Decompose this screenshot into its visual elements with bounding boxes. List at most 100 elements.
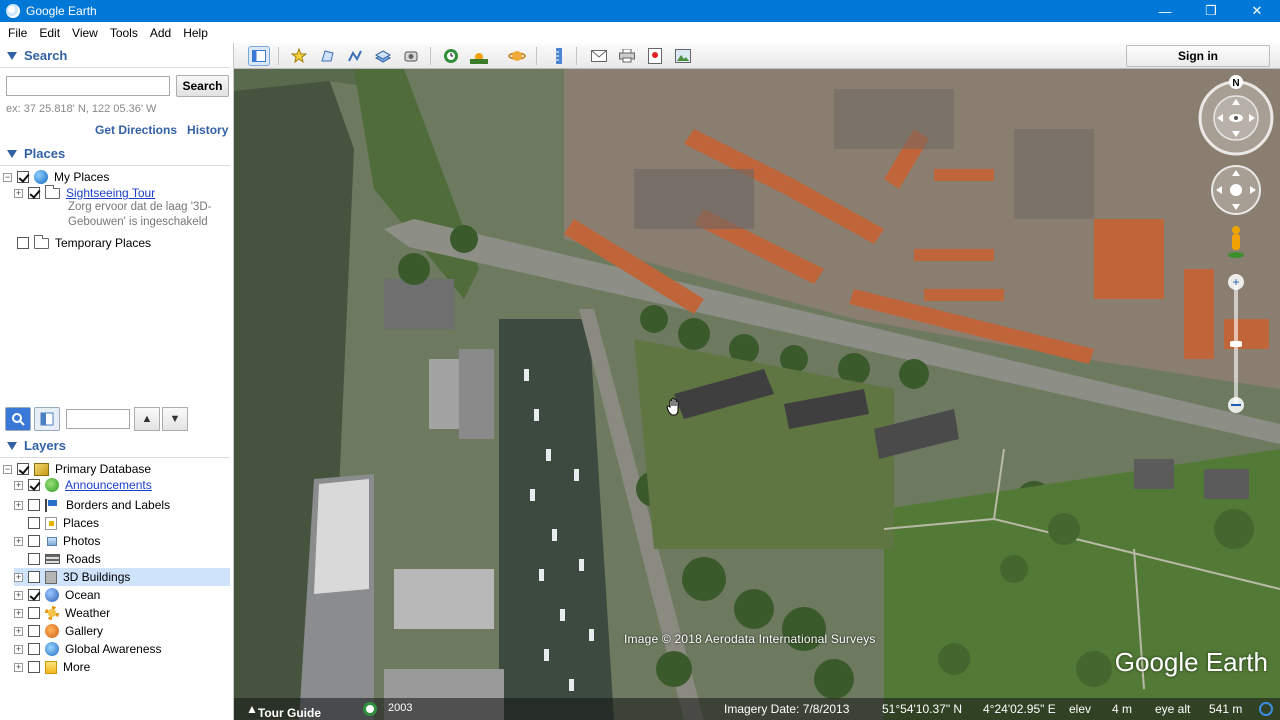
minimize-button[interactable]: — [1142, 0, 1188, 22]
compass-north-label: N [1232, 78, 1239, 89]
sidebar-icon [252, 50, 266, 62]
expand-icon[interactable]: + [14, 662, 23, 672]
sightseeing-description: Zorg ervoor dat de laag '3D-Gebouwen' is… [68, 201, 212, 228]
expand-icon[interactable]: + [14, 480, 23, 490]
zoom-slider-thumb[interactable] [1230, 341, 1242, 347]
move-up-button[interactable]: ▲ [134, 407, 160, 431]
switch-planet-button[interactable] [506, 46, 528, 66]
search-button[interactable]: Search [176, 75, 229, 97]
places-filter-input[interactable] [66, 409, 130, 429]
collapse-icon[interactable]: − [3, 464, 12, 474]
latitude: 51°54'10.37" N [882, 702, 963, 716]
layer-photos[interactable]: + Photos [14, 532, 100, 550]
checkbox[interactable] [28, 535, 40, 547]
tree-item-temporary-places[interactable]: Temporary Places [3, 234, 151, 252]
layer-label: Global Awareness [65, 642, 162, 656]
close-button[interactable]: ✕ [1234, 0, 1280, 22]
checkbox[interactable] [28, 643, 40, 655]
hide-sidebar-button[interactable] [248, 46, 270, 66]
expand-icon[interactable]: + [14, 590, 23, 600]
layer-3d-buildings[interactable]: + 3D Buildings [14, 568, 230, 586]
add-placemark-button[interactable] [288, 46, 310, 66]
expand-icon[interactable]: + [14, 188, 23, 198]
layer-more[interactable]: + More [14, 658, 90, 676]
menu-add[interactable]: Add [144, 26, 177, 40]
layer-label: Roads [66, 552, 101, 566]
map-view[interactable]: N + Image © 2018 Aerodata International … [234, 69, 1280, 720]
layer-gallery[interactable]: + Gallery [14, 622, 103, 640]
layer-label[interactable]: Announcements [65, 478, 152, 492]
email-button[interactable] [588, 46, 610, 66]
add-image-overlay-button[interactable] [372, 46, 394, 66]
sun-icon [470, 53, 488, 64]
spacer [14, 518, 23, 528]
places-icon [45, 516, 57, 530]
layer-announcements[interactable]: + Announcements [14, 476, 152, 494]
expand-icon[interactable]: + [14, 608, 23, 618]
menu-help[interactable]: Help [177, 26, 214, 40]
checkbox[interactable] [17, 171, 29, 183]
layer-global-awareness[interactable]: + Global Awareness [14, 640, 162, 658]
print-button[interactable] [616, 46, 638, 66]
history-link[interactable]: History [187, 123, 228, 137]
database-icon [34, 462, 49, 476]
collapse-icon[interactable]: − [3, 172, 12, 182]
sun-icon [45, 606, 59, 620]
sightseeing-tour-link[interactable]: Sightseeing Tour [66, 186, 155, 200]
map-toolbar: Sign in [234, 43, 1280, 69]
navigation-controls[interactable]: N + [1196, 75, 1276, 435]
layer-borders-and-labels[interactable]: + Borders and Labels [14, 496, 170, 514]
save-image-button[interactable] [672, 46, 694, 66]
layer-ocean[interactable]: + Ocean [14, 586, 100, 604]
layers-section-header[interactable]: Layers [0, 434, 230, 458]
expand-icon[interactable]: + [14, 572, 23, 582]
add-polygon-button[interactable] [316, 46, 338, 66]
checkbox[interactable] [28, 187, 40, 199]
search-places-button[interactable] [5, 407, 31, 431]
historical-clock-icon[interactable] [362, 701, 378, 720]
add-path-button[interactable] [344, 46, 366, 66]
maximize-button[interactable]: ❐ [1188, 0, 1234, 22]
menu-edit[interactable]: Edit [33, 26, 66, 40]
search-input[interactable] [6, 76, 170, 96]
layer-weather[interactable]: + Weather [14, 604, 110, 622]
show-panel-button[interactable] [34, 407, 60, 431]
move-down-button[interactable]: ▼ [162, 407, 188, 431]
get-directions-link[interactable]: Get Directions [95, 123, 177, 137]
tour-guide-toggle[interactable]: ▲ Tour Guide [246, 702, 321, 720]
pegman-icon[interactable] [1228, 226, 1244, 258]
checkbox[interactable] [28, 589, 40, 601]
checkbox[interactable] [28, 553, 40, 565]
search-section-header[interactable]: Search [0, 44, 230, 68]
menu-tools[interactable]: Tools [104, 26, 144, 40]
checkbox[interactable] [28, 499, 40, 511]
expand-icon[interactable]: + [14, 626, 23, 636]
layer-places[interactable]: Places [14, 514, 99, 532]
ruler-button[interactable] [548, 46, 570, 66]
historical-imagery-button[interactable] [440, 46, 462, 66]
view-in-maps-button[interactable] [644, 46, 666, 66]
checkbox[interactable] [17, 237, 29, 249]
record-tour-button[interactable] [400, 46, 422, 66]
checkbox[interactable] [28, 625, 40, 637]
sunlight-button[interactable] [468, 46, 490, 66]
clock-globe-icon [444, 49, 458, 63]
expand-icon[interactable]: + [14, 500, 23, 510]
places-section-header[interactable]: Places [0, 142, 230, 166]
expand-icon[interactable]: + [14, 536, 23, 546]
menu-file[interactable]: File [2, 26, 33, 40]
checkbox[interactable] [28, 479, 40, 491]
folder-icon [34, 234, 49, 249]
flag-icon [45, 498, 60, 512]
sign-in-button[interactable]: Sign in [1126, 45, 1270, 67]
checkbox[interactable] [28, 661, 40, 673]
checkbox[interactable] [28, 607, 40, 619]
menu-view[interactable]: View [66, 26, 104, 40]
layer-roads[interactable]: Roads [14, 550, 101, 568]
eye-alt-value: 541 m [1209, 702, 1243, 716]
checkbox[interactable] [17, 463, 29, 475]
checkbox[interactable] [28, 571, 40, 583]
expand-icon[interactable]: + [14, 644, 23, 654]
layer-label: 3D Buildings [63, 570, 131, 584]
checkbox[interactable] [28, 517, 40, 529]
